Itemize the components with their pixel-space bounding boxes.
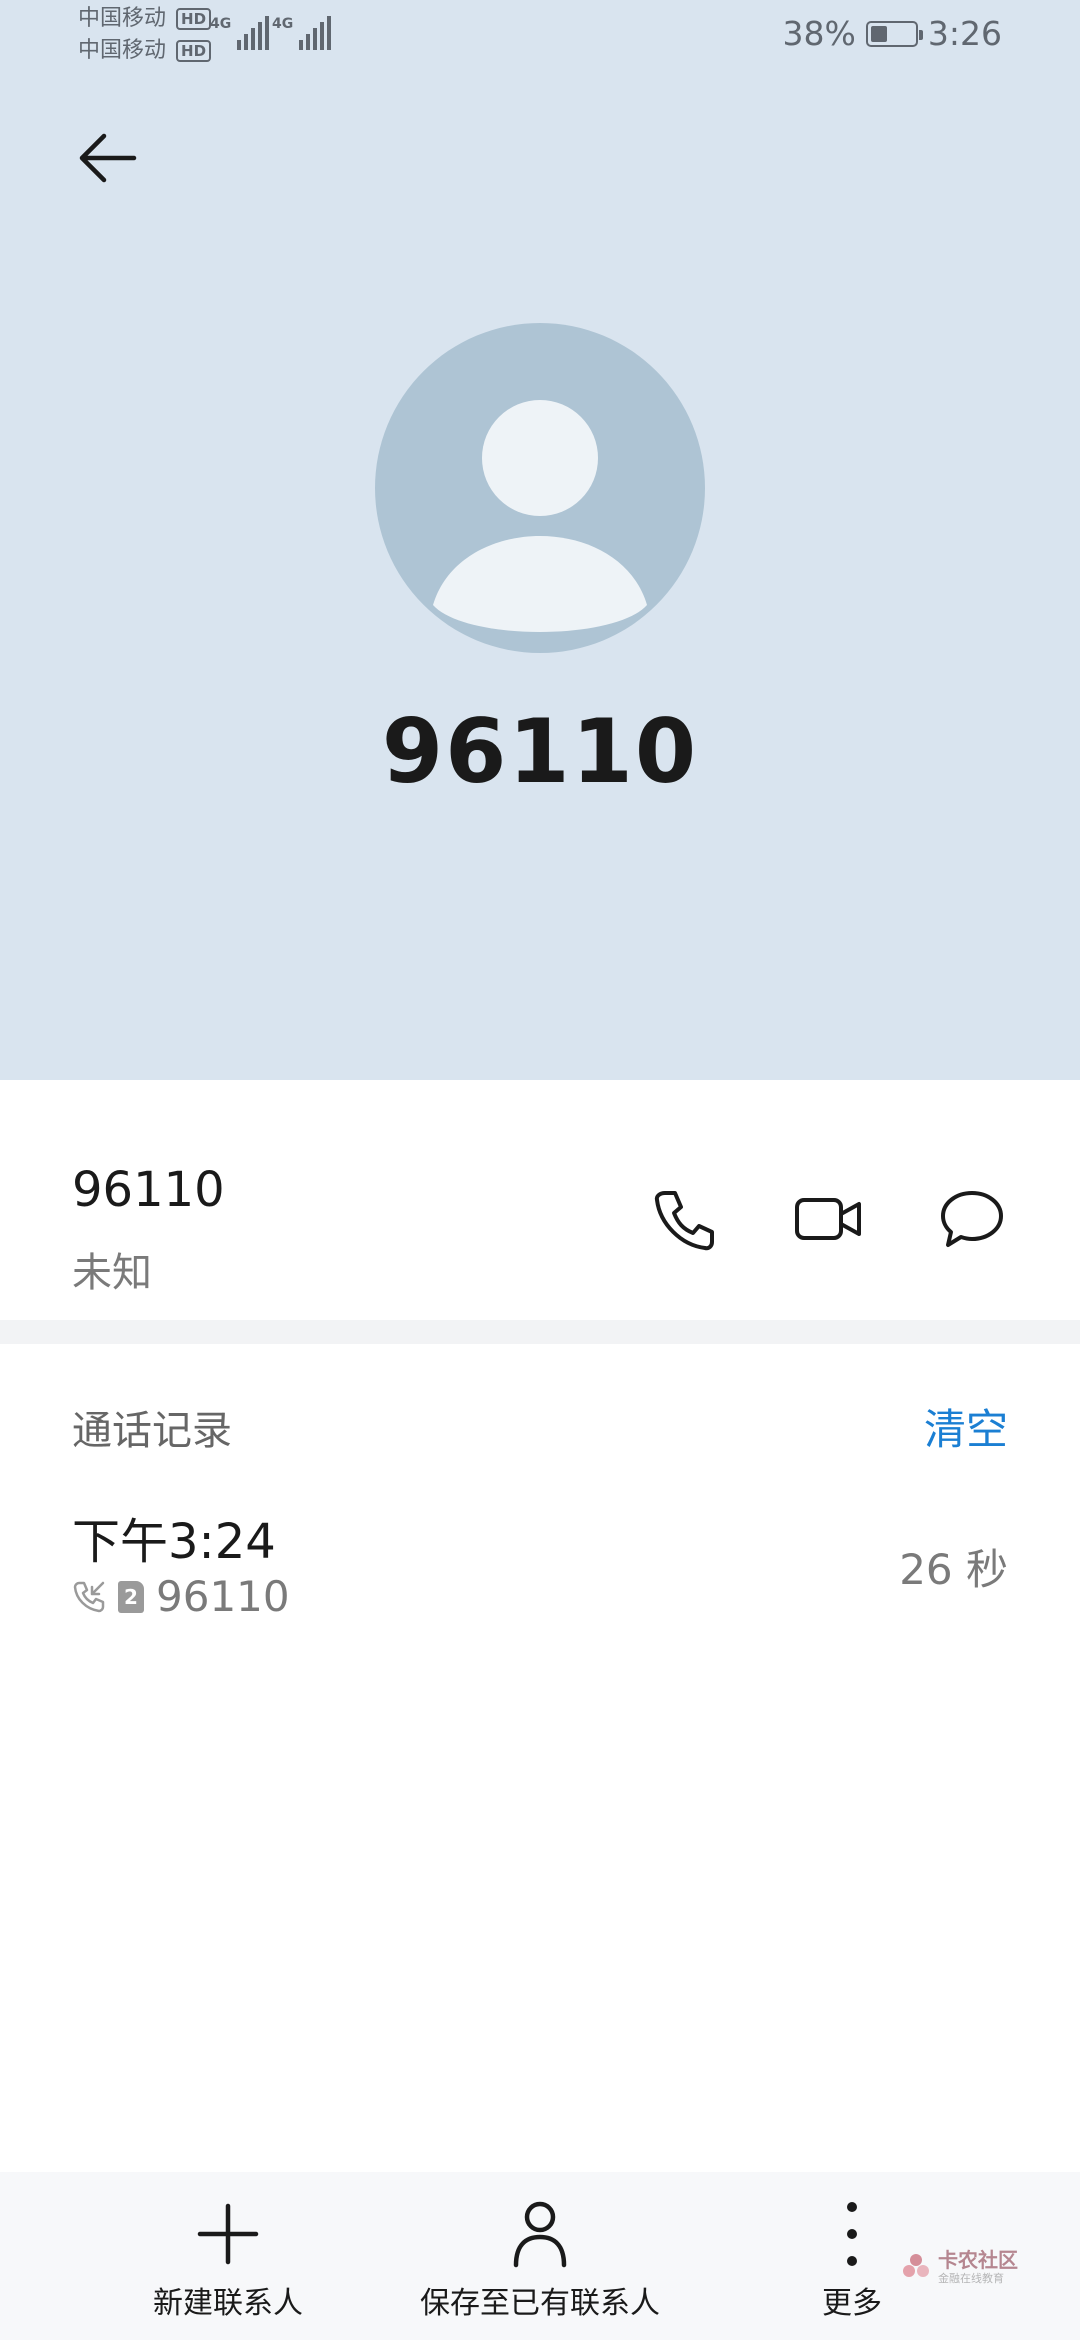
more-vertical-icon xyxy=(847,2202,857,2266)
clear-call-log-button[interactable]: 清空 xyxy=(924,1396,1008,1457)
person-icon xyxy=(513,2201,567,2268)
more-label: 更多 xyxy=(822,2286,882,2321)
call-time: 下午3:24 xyxy=(72,1514,276,1570)
call-log-item[interactable]: 下午3:24 2 96110 26 秒 xyxy=(0,1480,1080,1640)
battery-percent: 38% xyxy=(782,14,856,53)
carrier-name-2: 中国移动 xyxy=(78,38,167,63)
call-button[interactable] xyxy=(644,1180,724,1260)
status-right: 38% 3:26 xyxy=(783,14,1002,53)
signal-icon-1: 4G xyxy=(210,16,270,50)
number-row[interactable]: 96110 未知 xyxy=(0,1080,1080,1320)
carrier-name-1: 中国移动 xyxy=(78,6,167,31)
call-number: 96110 xyxy=(156,1572,290,1621)
watermark-subtext: 金融在线教育 xyxy=(938,2272,1004,2285)
plus-icon xyxy=(197,2203,259,2265)
save-to-existing-label: 保存至已有联系人 xyxy=(420,2286,660,2321)
back-arrow-icon xyxy=(79,133,137,183)
status-time: 3:26 xyxy=(927,14,1002,53)
call-duration: 26 秒 xyxy=(899,1545,1008,1594)
contact-header: 中国移动 HD 中国移动 HD 4G 4G 38% 3:26 96110 xyxy=(0,0,1080,1080)
network-type-1: 4G xyxy=(210,16,232,32)
video-call-button[interactable] xyxy=(788,1180,868,1260)
section-divider xyxy=(0,1320,1080,1344)
carrier-line-1: 中国移动 HD xyxy=(78,6,212,32)
call-log-header: 通话记录 xyxy=(72,1408,232,1454)
save-to-existing-contact-button[interactable]: 保存至已有联系人 xyxy=(410,2172,670,2340)
phone-icon xyxy=(654,1191,714,1251)
video-camera-icon xyxy=(795,1198,861,1240)
more-button[interactable]: 更多 xyxy=(802,2172,902,2340)
battery-fill xyxy=(870,25,887,42)
incoming-call-icon xyxy=(73,1581,105,1612)
status-bar: 中国移动 HD 中国移动 HD 4G 4G 38% 3:26 xyxy=(0,0,1080,70)
message-button[interactable] xyxy=(932,1180,1012,1260)
hd-badge-2: HD xyxy=(176,40,212,62)
person-placeholder-icon xyxy=(433,400,647,632)
battery-icon xyxy=(865,20,923,47)
hd-badge-1: HD xyxy=(176,8,212,30)
carrier-line-2: 中国移动 HD xyxy=(78,38,212,64)
avatar xyxy=(375,323,705,653)
call-meta: 2 96110 xyxy=(72,1572,290,1621)
sim-card-icon: 2 xyxy=(118,1580,144,1613)
watermark-text: 卡农社区 xyxy=(938,2248,1018,2272)
network-type-2: 4G xyxy=(272,16,294,32)
phone-number: 96110 xyxy=(72,1162,225,1218)
back-button[interactable] xyxy=(68,118,148,198)
message-bubble-icon xyxy=(941,1191,1003,1247)
contact-title: 96110 xyxy=(381,700,699,803)
new-contact-label: 新建联系人 xyxy=(153,2286,303,2321)
watermark-logo-icon xyxy=(903,2254,929,2277)
new-contact-button[interactable]: 新建联系人 xyxy=(148,2172,308,2340)
signal-icon-2: 4G xyxy=(272,16,332,50)
number-type-label: 未知 xyxy=(72,1250,152,1296)
watermark: 卡农社区 金融在线教育 xyxy=(900,2250,1018,2284)
